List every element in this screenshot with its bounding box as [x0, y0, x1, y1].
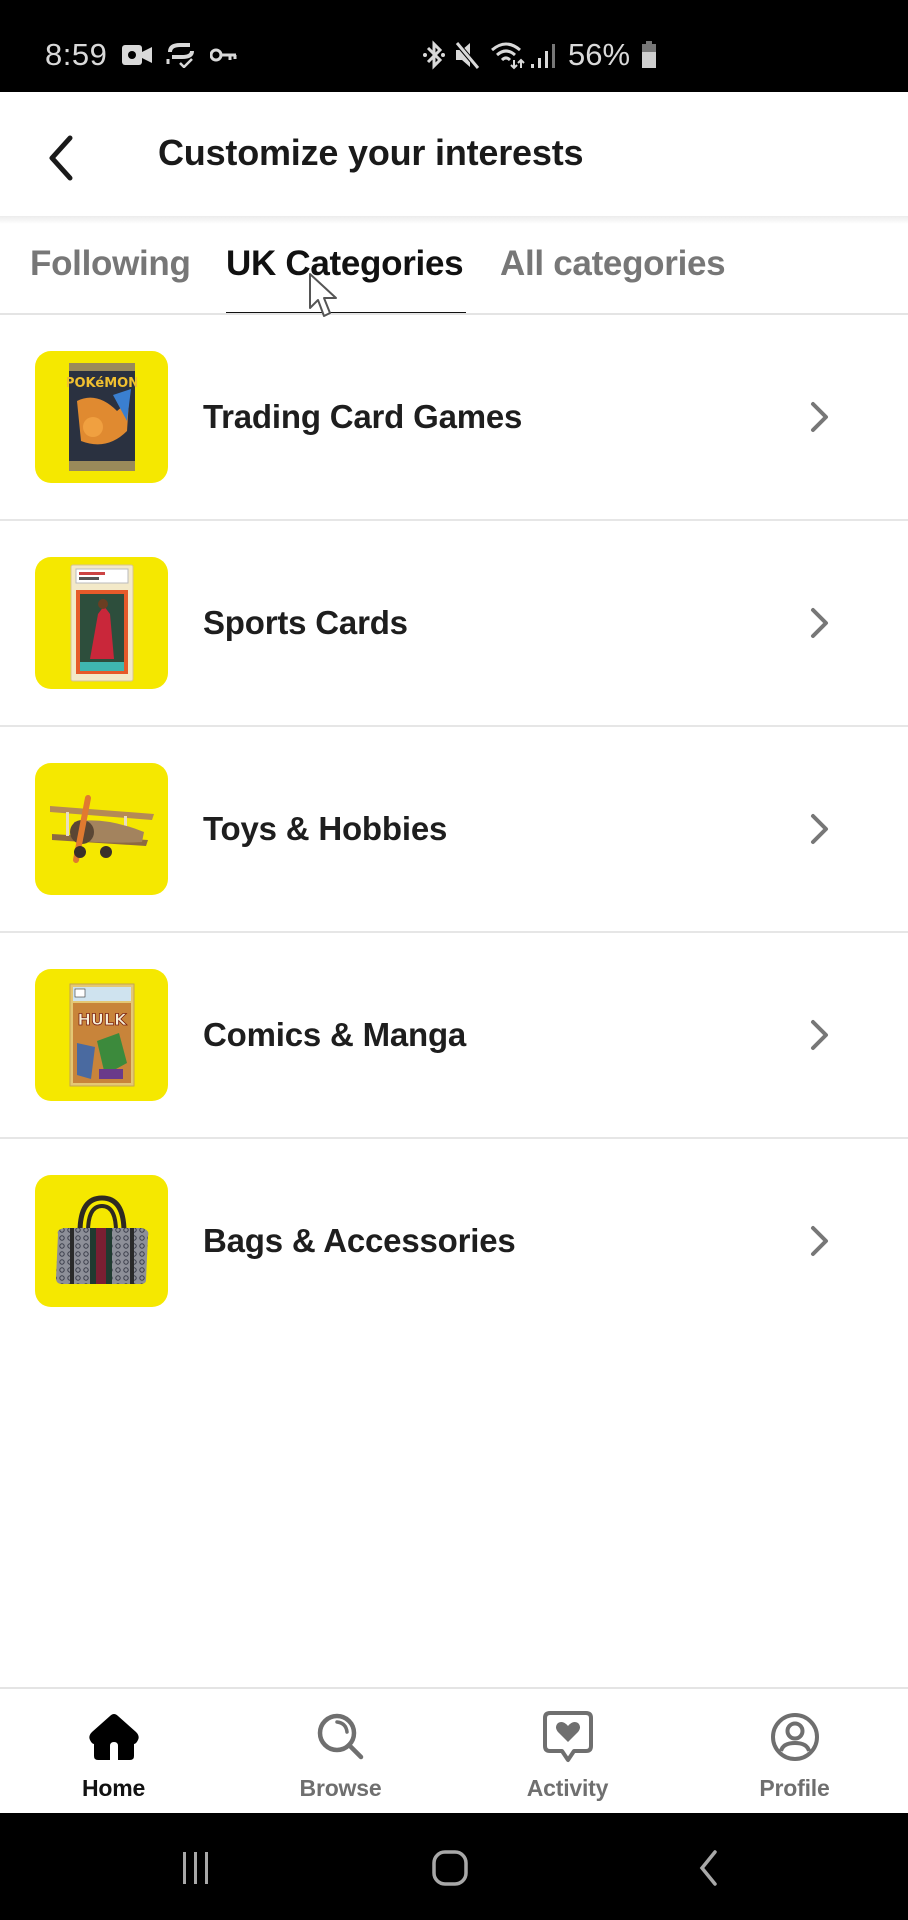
tab-uk-categories[interactable]: UK Categories — [226, 244, 464, 284]
header-divider — [0, 216, 908, 224]
app-header: Customize your interests — [0, 92, 908, 216]
battery-percent: 56% — [568, 37, 631, 72]
category-label: Trading Card Games — [203, 398, 523, 435]
profile-icon — [767, 1711, 823, 1763]
category-row-trading-card-games[interactable]: POKéMON Trading Card Games — [0, 315, 908, 521]
home-icon — [86, 1711, 142, 1763]
nav-home[interactable]: Home — [0, 1689, 227, 1813]
bluetooth-icon — [422, 40, 446, 70]
recent-apps-icon[interactable] — [176, 1843, 216, 1893]
nav-label: Activity — [526, 1775, 609, 1801]
signal-icon — [530, 40, 558, 70]
category-image-toys-hobbies — [35, 763, 168, 895]
tab-following[interactable]: Following — [30, 244, 191, 284]
category-row-bags-accessories[interactable]: Bags & Accessories — [0, 1139, 908, 1345]
chevron-right-icon — [800, 1221, 840, 1261]
chevron-right-icon — [800, 809, 840, 849]
video-camera-icon — [122, 40, 154, 70]
sync-check-icon — [166, 40, 196, 70]
category-row-sports-cards[interactable]: Sports Cards — [0, 521, 908, 727]
category-image-trading-card-games: POKéMON — [35, 351, 168, 483]
chevron-right-icon — [800, 603, 840, 643]
category-image-sports-cards — [35, 557, 168, 689]
home-circle-icon[interactable] — [428, 1843, 472, 1893]
nav-label: Home — [81, 1775, 146, 1801]
back-button[interactable] — [36, 128, 86, 188]
category-label: Bags & Accessories — [203, 1222, 516, 1259]
category-list: POKéMON Trading Card Games Sports Cards … — [0, 315, 908, 1345]
nav-profile[interactable]: Profile — [681, 1689, 908, 1813]
svg-text:POKéMON: POKéMON — [67, 376, 137, 391]
back-icon[interactable] — [690, 1843, 726, 1893]
vpn-key-icon — [210, 40, 238, 70]
chevron-left-icon — [49, 135, 73, 181]
category-label: Sports Cards — [203, 604, 408, 641]
bottom-navigation: Home Browse Activity Profile — [0, 1687, 908, 1813]
tab-bar: Following UK Categories All categories — [0, 224, 908, 315]
tab-all-categories[interactable]: All categories — [500, 244, 726, 284]
page-title: Customize your interests — [158, 132, 584, 173]
mute-icon — [454, 40, 480, 70]
category-row-toys-hobbies[interactable]: Toys & Hobbies — [0, 727, 908, 933]
category-label: Toys & Hobbies — [203, 810, 448, 847]
category-row-comics-manga[interactable]: HULK Comics & Manga — [0, 933, 908, 1139]
status-time: 8:59 — [45, 37, 108, 72]
category-image-bags-accessories — [35, 1175, 168, 1307]
svg-text:HULK: HULK — [77, 1010, 127, 1029]
nav-activity[interactable]: Activity — [454, 1689, 681, 1813]
nav-label: Browse — [299, 1775, 382, 1801]
nav-label: Profile — [759, 1775, 830, 1801]
status-bar: 8:59 56% — [0, 0, 908, 92]
activity-heart-icon — [540, 1711, 596, 1763]
search-icon — [313, 1711, 369, 1763]
category-label: Comics & Manga — [203, 1016, 467, 1053]
chevron-right-icon — [800, 1015, 840, 1055]
chevron-right-icon — [800, 397, 840, 437]
category-image-comics-manga: HULK — [35, 969, 168, 1101]
system-navigation-bar — [0, 1813, 908, 1920]
battery-icon — [641, 40, 657, 70]
wifi-icon — [490, 40, 526, 70]
nav-browse[interactable]: Browse — [227, 1689, 454, 1813]
